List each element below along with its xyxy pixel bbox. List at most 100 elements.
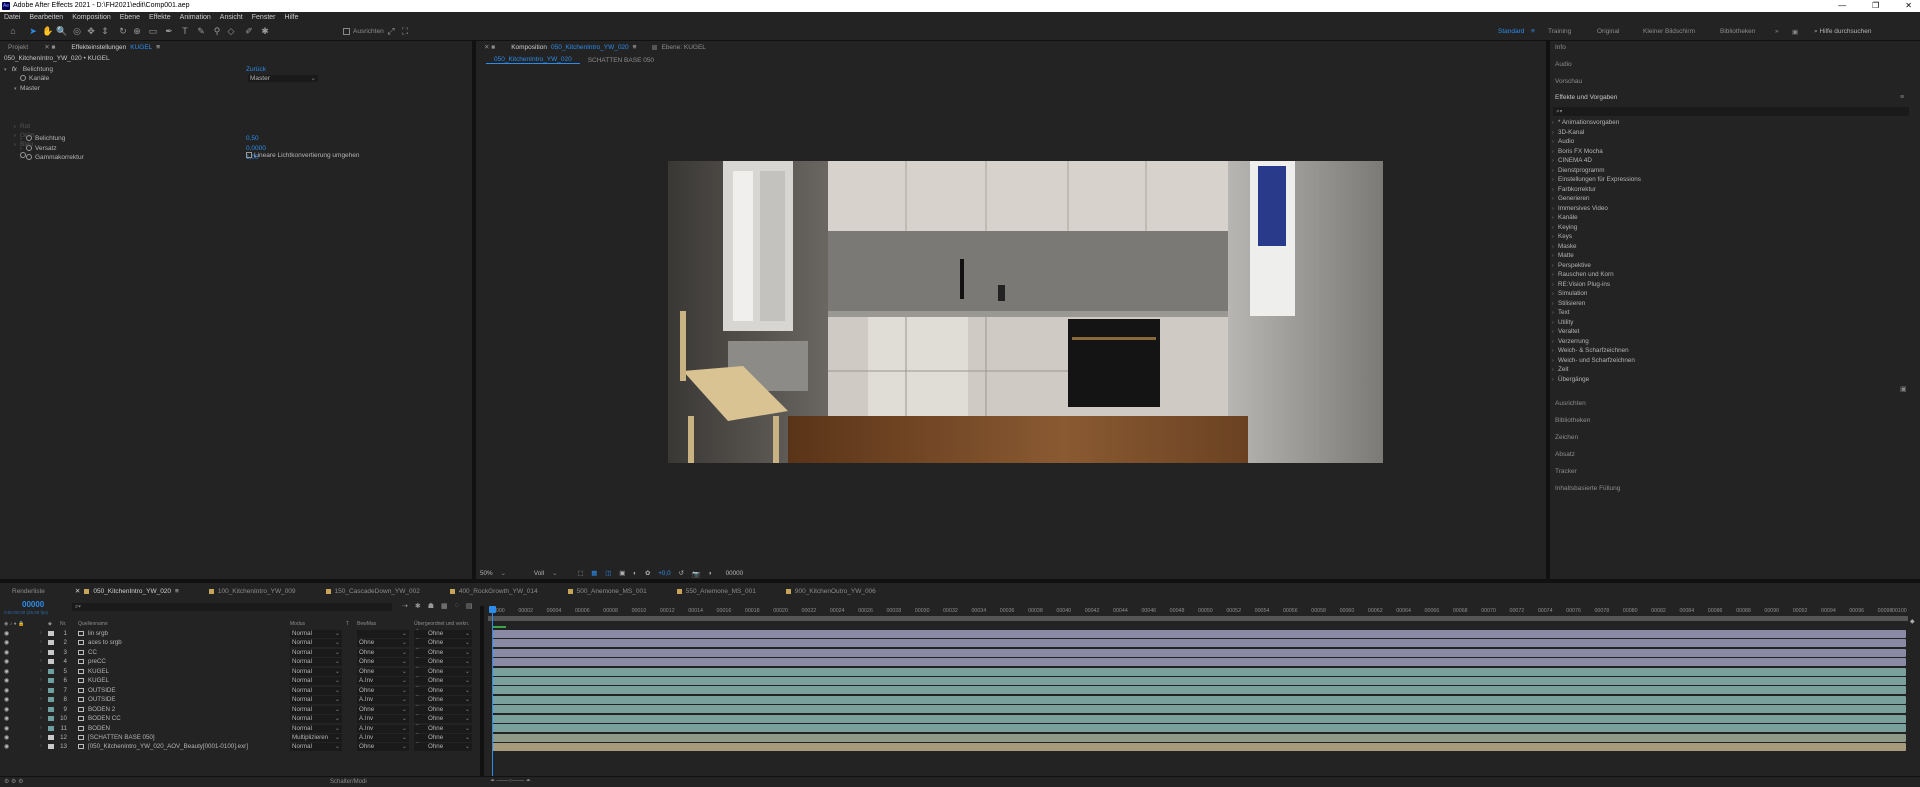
anchor-tool-icon[interactable]: ⊕: [132, 26, 142, 36]
roto-brush-icon[interactable]: ✐: [244, 26, 254, 36]
close-tab-icon[interactable]: ✕ ■: [36, 43, 63, 51]
playhead[interactable]: [492, 607, 493, 777]
tab-comp[interactable]: 100_KitchenIntro_YW_009: [201, 588, 318, 595]
layer-bar[interactable]: [492, 676, 1906, 685]
menu-hilfe[interactable]: Hilfe: [285, 12, 299, 23]
brush-tool-icon[interactable]: ✎: [196, 26, 206, 36]
track-matte-dropdown[interactable]: A.Inv ⌄: [357, 677, 409, 686]
label-color-swatch[interactable]: [48, 734, 54, 740]
flow-shadow-comp[interactable]: SCHATTEN BASE 050: [580, 57, 662, 64]
effects-category[interactable]: › Einstellungen für Expressions: [1552, 175, 1641, 185]
layer-row[interactable]: ◉›10BODEN CCNormal⌄A.Inv⌄@Ohne⌄: [0, 714, 478, 724]
group-blue[interactable]: › Blau: [14, 140, 33, 149]
effects-category[interactable]: › Utility: [1552, 318, 1573, 328]
parent-dropdown[interactable]: Ohne ⌄: [414, 648, 472, 657]
zoom-tool-icon[interactable]: 🔍: [56, 26, 67, 36]
layer-bar[interactable]: [492, 714, 1906, 723]
label-color-swatch[interactable]: [48, 631, 54, 636]
tab-composition[interactable]: Komposition 050_KitchenIntro_YW_020 ≡: [503, 44, 644, 51]
footer-toggle-icons[interactable]: ⚙ ⚙ ⚙: [4, 778, 23, 785]
menu-bearbeiten[interactable]: Bearbeiten: [29, 12, 63, 23]
layer-row[interactable]: ◉›2aces to srgbNormal⌄Ohne⌄@Ohne⌄: [0, 638, 478, 648]
effects-category[interactable]: › Boris FX Mocha: [1552, 147, 1603, 157]
expand-icon[interactable]: ›: [40, 629, 42, 638]
parent-dropdown[interactable]: Ohne ⌄: [414, 733, 472, 742]
resolution-dropdown[interactable]: Voll: [534, 570, 544, 577]
timeline-search-input[interactable]: ⌕▾: [72, 603, 392, 611]
fx-icon[interactable]: fx: [12, 66, 17, 73]
effects-category[interactable]: › Text: [1552, 308, 1570, 318]
effects-category[interactable]: › Übergänge: [1552, 375, 1589, 385]
effect-header-exposure[interactable]: ▾ fx Belichtung Zurück: [4, 65, 472, 74]
channel-dropdown[interactable]: Master ⌄: [248, 75, 318, 82]
effects-category[interactable]: › * Animationsvorgaben: [1552, 118, 1619, 128]
effects-category[interactable]: › Weich- und Scharfzeichnen: [1552, 356, 1635, 366]
effects-category[interactable]: › Audio: [1552, 137, 1574, 147]
tab-layer-kugel[interactable]: Ebene: KUGEL: [644, 44, 713, 51]
layer-name[interactable]: aces to srgb: [88, 638, 122, 647]
track-matte-dropdown[interactable]: A.Inv ⌄: [357, 696, 409, 705]
effects-category[interactable]: › CINEMA 4D: [1552, 156, 1592, 166]
layer-name[interactable]: OUTSIDE: [88, 686, 116, 695]
col-parent[interactable]: Übergeordnet und verkn.: [414, 620, 469, 628]
dolly-camera-icon[interactable]: ⇕: [100, 26, 110, 36]
layer-bar[interactable]: [492, 667, 1906, 676]
exposure-value[interactable]: +0,0: [658, 570, 670, 577]
tab-effect-controls[interactable]: Effekteinstellungen KUGEL ≡: [63, 44, 168, 51]
effects-category[interactable]: › Zeit: [1552, 365, 1569, 375]
layer-row[interactable]: ◉›7OUTSIDENormal⌄Ohne⌄@Ohne⌄: [0, 686, 478, 695]
menu-fenster[interactable]: Fenster: [252, 12, 276, 23]
layer-row[interactable]: ◉›9BODEN 2Normal⌄Ohne⌄@Ohne⌄: [0, 705, 478, 714]
tab-comp[interactable]: 900_KitchenOutro_YW_006: [778, 588, 898, 595]
close-icon[interactable]: ✕: [1905, 0, 1912, 12]
mode-dropdown[interactable]: Multiplizieren ⌄: [290, 733, 342, 742]
layer-name[interactable]: KUGEL: [88, 667, 109, 676]
motion-blur-icon[interactable]: ◌: [455, 602, 459, 610]
expand-icon[interactable]: ›: [40, 714, 42, 723]
orbit-camera-icon[interactable]: ◎: [72, 26, 82, 36]
panel-collapsed[interactable]: Zeichen: [1555, 434, 1578, 441]
effects-category[interactable]: › Perspektive: [1552, 261, 1591, 271]
menu-effekte[interactable]: Effekte: [149, 12, 171, 23]
track-matte-dropdown[interactable]: ⌄: [357, 630, 409, 638]
mode-dropdown[interactable]: Normal ⌄: [290, 667, 342, 676]
layer-bar[interactable]: [492, 733, 1906, 742]
restore-icon[interactable]: ❐: [1872, 0, 1879, 12]
label-color-swatch[interactable]: [48, 668, 54, 674]
snapshot-icon[interactable]: 📷: [692, 570, 700, 578]
track-matte-dropdown[interactable]: Ohne ⌄: [357, 686, 409, 695]
layer-row[interactable]: ◉›5KUGELNormal⌄Ohne⌄@Ohne⌄: [0, 667, 478, 676]
label-color-swatch[interactable]: [48, 640, 54, 646]
tab-comp[interactable]: 550_Anemone_MS_001: [669, 588, 778, 595]
channels-icon[interactable]: ◐: [633, 570, 637, 577]
work-area-end-icon[interactable]: ◆: [1910, 618, 1915, 625]
layer-name[interactable]: OUTSIDE: [88, 695, 116, 704]
workspace-training[interactable]: Training: [1548, 28, 1571, 35]
track-matte-dropdown[interactable]: Ohne ⌄: [357, 743, 409, 752]
expand-icon[interactable]: ›: [40, 705, 42, 714]
label-color-swatch[interactable]: [48, 659, 54, 665]
tab-comp[interactable]: ✕ 050_KitchenIntro_YW_020 ≡: [67, 587, 201, 596]
selection-tool-icon[interactable]: ➤: [28, 26, 38, 36]
col-source-name[interactable]: Quellenname: [78, 620, 108, 628]
layer-name[interactable]: preCC: [88, 657, 106, 666]
minimize-icon[interactable]: —: [1838, 0, 1846, 12]
track-matte-dropdown[interactable]: Ohne ⌄: [357, 639, 409, 648]
reset-link[interactable]: Zurück: [246, 65, 266, 74]
panel-collapsed[interactable]: Ausrichten: [1555, 400, 1586, 407]
col-track-matte[interactable]: BewMas: [357, 620, 376, 628]
composition-viewer-image[interactable]: [668, 161, 1383, 463]
effects-category[interactable]: › RE:Vision Plug-ins: [1552, 280, 1610, 290]
parent-dropdown[interactable]: Ohne ⌄: [414, 705, 472, 714]
layer-bar[interactable]: [492, 639, 1906, 648]
pan-camera-icon[interactable]: ✥: [86, 26, 96, 36]
effects-category[interactable]: › Farbkorrektur: [1552, 185, 1596, 195]
label-color-swatch[interactable]: [48, 678, 54, 684]
layer-row[interactable]: ◉›6KUGELNormal⌄A.Inv⌄@Ohne⌄: [0, 676, 478, 686]
close-comp-tab-icon[interactable]: ✕ ■: [476, 43, 503, 51]
show-snapshot-icon[interactable]: ◑: [708, 570, 712, 577]
effects-category[interactable]: › Simulation: [1552, 289, 1587, 299]
mask-visibility-icon[interactable]: ◫: [605, 570, 611, 577]
layer-row[interactable]: ◉ › 13 [050_KitchenIntro_YW_020_AOV_Beauty[…: [0, 742, 478, 752]
layer-bar[interactable]: [492, 648, 1906, 657]
